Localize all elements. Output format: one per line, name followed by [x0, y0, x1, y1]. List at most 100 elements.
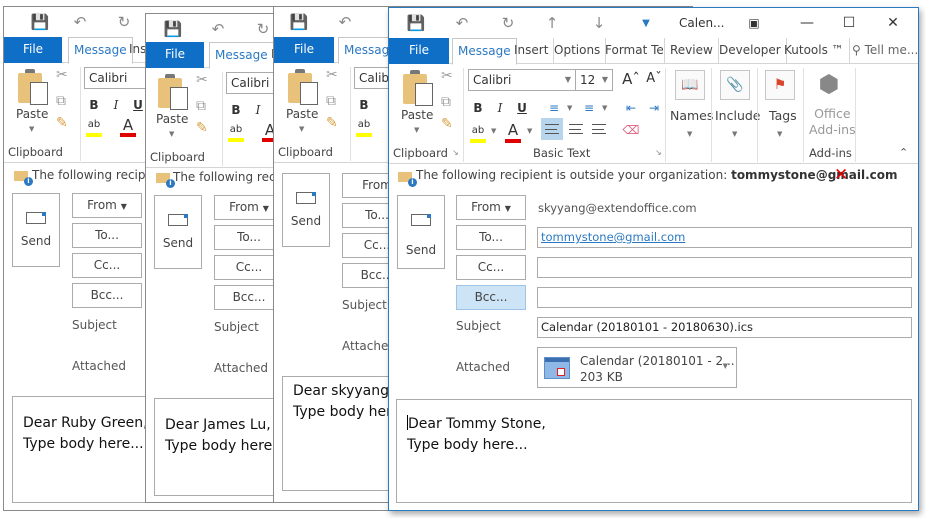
paste-label[interactable]: Paste: [286, 107, 318, 121]
highlight-icon[interactable]: ab: [84, 115, 104, 135]
chevron-down-icon[interactable]: ▼: [777, 130, 782, 138]
italic-button[interactable]: I: [490, 98, 510, 118]
cut-icon[interactable]: ✂: [441, 68, 453, 84]
cut-icon[interactable]: ✂: [56, 67, 68, 83]
paste-label[interactable]: Paste: [401, 108, 433, 122]
names-button[interactable]: Names: [670, 108, 713, 123]
paste-dropdown-icon[interactable]: ▼: [299, 125, 304, 133]
tab-file[interactable]: File: [389, 38, 449, 64]
copy-icon[interactable]: ⧉: [441, 94, 451, 110]
format-painter-icon[interactable]: ✎: [326, 115, 338, 131]
numbering-button[interactable]: ≡: [579, 98, 599, 118]
dismiss-warning-icon[interactable]: ✕: [834, 165, 848, 185]
attachment-dropdown-icon[interactable]: ▼: [723, 362, 728, 370]
redo-icon[interactable]: ↻: [498, 13, 518, 33]
customize-toolbar-icon[interactable]: ▼: [636, 13, 656, 33]
bold-button[interactable]: B: [226, 100, 246, 120]
paste-label[interactable]: Paste: [16, 107, 48, 121]
chevron-down-icon[interactable]: ▼: [687, 130, 692, 138]
chevron-down-icon[interactable]: ▼: [567, 104, 572, 112]
cut-icon[interactable]: ✂: [326, 67, 338, 83]
highlight-icon[interactable]: ab: [468, 121, 488, 141]
tab-insert[interactable]: Insert: [509, 38, 555, 64]
tab-developer[interactable]: Developer: [714, 38, 787, 64]
paste-dropdown-icon[interactable]: ▼: [414, 126, 419, 134]
tell-me-search[interactable]: ⚲ Tell me...: [847, 38, 918, 64]
paste-icon[interactable]: [158, 74, 192, 110]
bcc-button[interactable]: Bcc...: [72, 283, 142, 308]
chevron-down-icon[interactable]: ▼: [732, 130, 737, 138]
font-name-box[interactable]: Calibri ▼: [468, 69, 576, 91]
message-body[interactable]: Dear Tommy Stone, Type body here...: [396, 399, 912, 503]
basic-text-launcher-icon[interactable]: ↘: [655, 148, 662, 157]
format-painter-icon[interactable]: ✎: [56, 115, 68, 131]
tab-message[interactable]: Message: [68, 37, 133, 64]
bold-button[interactable]: B: [468, 98, 488, 118]
tab-options[interactable]: Options: [549, 38, 607, 64]
cut-icon[interactable]: ✂: [196, 72, 208, 88]
highlight-icon[interactable]: ab: [354, 115, 374, 135]
subject-field[interactable]: Calendar (20180101 - 20180630).ics: [537, 317, 912, 338]
grow-font-button[interactable]: Aˆ: [621, 69, 641, 89]
collapse-ribbon-icon[interactable]: ⌃: [899, 146, 908, 159]
italic-button[interactable]: I: [248, 100, 268, 120]
increase-indent-button[interactable]: ⇥: [644, 98, 664, 118]
email-window-tommy-stone[interactable]: 💾 ↶ ↻ ↑ ↓ ▼ Calen... ▣ — ☐ ✕ File Messag…: [388, 7, 919, 511]
copy-icon[interactable]: ⧉: [326, 93, 336, 109]
tab-message[interactable]: Message: [452, 38, 517, 65]
paste-icon[interactable]: [288, 69, 322, 105]
clipboard-launcher-icon[interactable]: ↘: [452, 148, 459, 157]
send-button[interactable]: Send: [12, 193, 60, 267]
format-painter-icon[interactable]: ✎: [441, 116, 453, 132]
previous-item-icon[interactable]: ↑: [542, 13, 562, 33]
tab-file[interactable]: File: [4, 37, 62, 63]
underline-button[interactable]: U: [512, 98, 532, 118]
bold-button[interactable]: B: [84, 95, 104, 115]
undo-icon[interactable]: ↶: [452, 13, 472, 33]
italic-button[interactable]: I: [106, 95, 126, 115]
from-button[interactable]: From ▼: [456, 195, 526, 220]
bold-button[interactable]: B: [354, 95, 374, 115]
tab-message[interactable]: Message: [209, 42, 274, 69]
highlight-icon[interactable]: ab: [226, 120, 246, 140]
from-button[interactable]: From ▼: [72, 193, 142, 218]
cc-button[interactable]: Cc...: [72, 253, 142, 278]
to-field[interactable]: tommystone@gmail.com: [537, 227, 912, 248]
minimize-button[interactable]: —: [797, 13, 817, 33]
copy-icon[interactable]: ⧉: [196, 98, 206, 114]
paste-dropdown-icon[interactable]: ▼: [169, 130, 174, 138]
bcc-field[interactable]: [537, 287, 912, 308]
office-addins-icon[interactable]: ⬢: [815, 70, 843, 98]
attachment-item[interactable]: Calendar (20180101 - 2... 203 KB ▼: [537, 347, 737, 388]
font-size-box[interactable]: 12 ▼: [575, 69, 613, 91]
paste-label[interactable]: Paste: [156, 112, 188, 126]
bullets-button[interactable]: ≡: [544, 98, 564, 118]
align-center-button[interactable]: [565, 118, 587, 140]
redo-icon[interactable]: ↻: [253, 19, 273, 39]
undo-icon[interactable]: ↶: [335, 12, 355, 32]
tab-review[interactable]: Review: [665, 38, 719, 64]
save-icon[interactable]: 💾: [163, 19, 183, 39]
address-book-icon[interactable]: 📖: [675, 70, 705, 100]
clear-formatting-button[interactable]: ⌫: [621, 120, 641, 140]
to-button[interactable]: To...: [72, 223, 142, 248]
paperclip-icon[interactable]: 📎: [720, 70, 750, 100]
undo-icon[interactable]: ↶: [70, 12, 90, 32]
save-icon[interactable]: 💾: [289, 12, 309, 32]
include-button[interactable]: Include: [715, 108, 761, 123]
redo-icon[interactable]: ↻: [114, 12, 134, 32]
align-left-button[interactable]: [541, 118, 563, 140]
align-right-button[interactable]: [588, 118, 610, 140]
next-item-icon[interactable]: ↓: [589, 13, 609, 33]
decrease-indent-button[interactable]: ⇤: [621, 98, 641, 118]
tab-kutools[interactable]: Kutools ™: [779, 38, 850, 64]
tab-file[interactable]: File: [146, 42, 204, 68]
office-addins-button[interactable]: Office Add-ins: [809, 106, 856, 138]
chevron-down-icon[interactable]: ▼: [491, 127, 496, 135]
font-color-icon[interactable]: A: [118, 115, 138, 135]
chevron-down-icon[interactable]: ▼: [527, 127, 532, 135]
paste-icon[interactable]: [403, 70, 437, 106]
close-button[interactable]: ✕: [883, 13, 903, 33]
send-button[interactable]: Send: [154, 195, 202, 269]
ribbon-display-options-icon[interactable]: ▣: [744, 13, 764, 33]
